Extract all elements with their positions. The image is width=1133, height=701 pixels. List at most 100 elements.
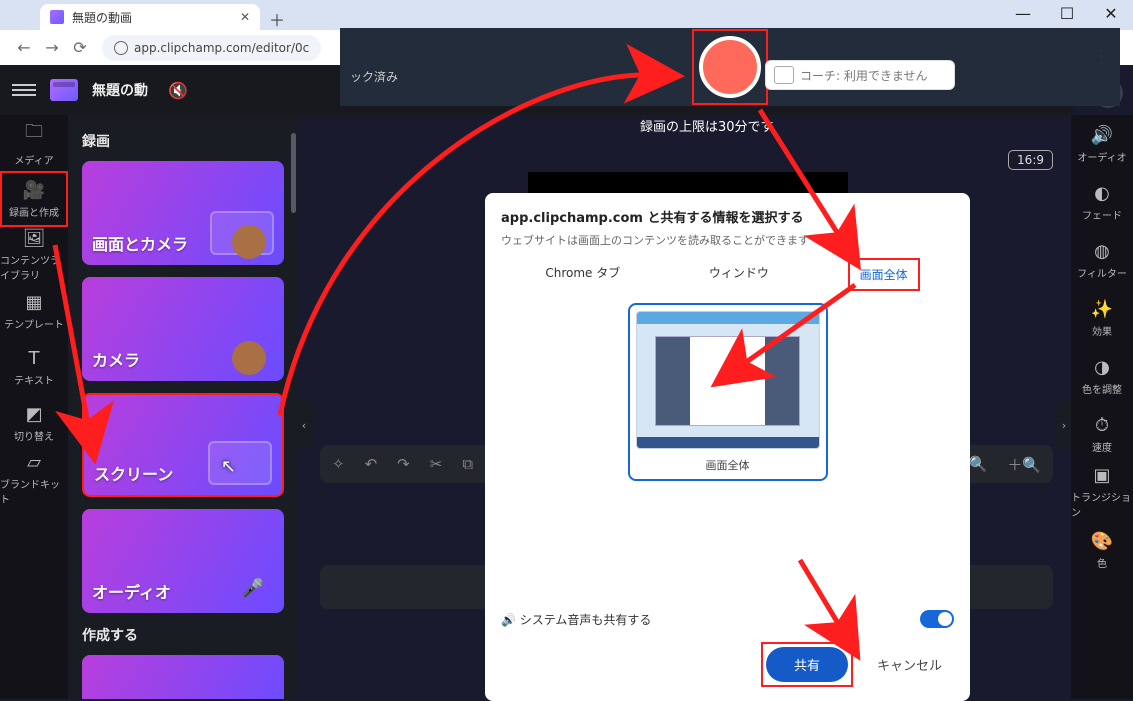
- dialog-buttons: 共有 キャンセル: [501, 642, 954, 687]
- maximize-button[interactable]: ☐: [1045, 0, 1089, 26]
- site-tune-icon: [114, 41, 128, 55]
- minimize-button[interactable]: —: [1001, 0, 1045, 26]
- section-create: 作成する: [82, 625, 284, 645]
- magic-icon[interactable]: ✧: [332, 455, 345, 473]
- forward-icon[interactable]: →: [38, 34, 66, 62]
- record-control-bar: ック済み ⋮: [340, 28, 1120, 106]
- gauge-icon: ⏱: [1095, 415, 1109, 436]
- section-record: 録画: [82, 131, 284, 151]
- rnav-color[interactable]: 🎨色: [1071, 521, 1133, 579]
- filter-icon: ◍: [1094, 241, 1110, 262]
- recordbar-menu-icon[interactable]: ⋮: [1092, 46, 1110, 67]
- rnav-audio[interactable]: 🔊オーディオ: [1071, 115, 1133, 173]
- transition-icon: ◩: [25, 404, 42, 425]
- left-nav: 🗀メディア 🎥録画と作成 🖼コンテンツライブラリ ▦テンプレート Tテキスト ◩…: [0, 115, 68, 699]
- dialog-subtitle: ウェブサイトは画面上のコンテンツを読み取ることができます: [501, 232, 954, 248]
- share-audio-toggle[interactable]: [920, 610, 954, 628]
- media-panel: 録画 画面とカメラ カメラ ↖ スクリーン 🎤 オーディオ 作成する: [68, 115, 298, 699]
- fade-icon: ◐: [1094, 183, 1110, 204]
- coach-pill: コーチ: 利用できません: [765, 60, 955, 90]
- template-icon: ▦: [25, 292, 42, 313]
- copy-icon[interactable]: ⧉: [462, 455, 473, 473]
- nav-brandkit[interactable]: ▱ブランドキット: [0, 451, 68, 507]
- person-avatar-illustration: [232, 341, 266, 375]
- project-title[interactable]: 無題の動: [92, 80, 148, 100]
- coach-text: コーチ: 利用できません: [800, 67, 928, 84]
- coach-icon: [774, 66, 794, 84]
- cut-icon[interactable]: ✂: [430, 455, 443, 473]
- folder-icon: 🗀: [25, 119, 43, 149]
- rnav-filter[interactable]: ◍フィルター: [1071, 231, 1133, 289]
- mute-icon[interactable]: 🔇: [168, 81, 188, 100]
- browser-tab[interactable]: 無題の動画 ✕: [40, 4, 260, 30]
- brandkit-icon: ▱: [27, 452, 41, 473]
- panel-collapse-button[interactable]: ‹: [295, 400, 313, 450]
- transition-icon: ▣: [1093, 465, 1110, 486]
- record-limit-text: 録画の上限は30分です: [640, 116, 774, 135]
- rnav-effects[interactable]: ✨効果: [1071, 289, 1133, 347]
- tab-strip: 無題の動画 ✕ ＋: [0, 0, 1133, 30]
- reload-icon[interactable]: ⟳: [66, 34, 94, 62]
- nav-text[interactable]: Tテキスト: [0, 339, 68, 395]
- sparkle-icon: ✨: [1091, 299, 1113, 320]
- back-icon[interactable]: ←: [10, 34, 38, 62]
- right-nav: 🔊オーディオ ◐フェード ◍フィルター ✨効果 ◑色を調整 ⏱速度 ▣トランジシ…: [1071, 115, 1133, 699]
- share-button-highlight: 共有: [761, 642, 853, 687]
- card-create-placeholder[interactable]: [82, 655, 284, 699]
- card-screen-and-camera[interactable]: 画面とカメラ: [82, 161, 284, 265]
- redo-icon[interactable]: ↷: [397, 455, 410, 473]
- tab-title: 無題の動画: [72, 9, 132, 26]
- rnav-fade[interactable]: ◐フェード: [1071, 173, 1133, 231]
- record-button[interactable]: [699, 36, 761, 98]
- cursor-icon: ↖: [221, 456, 236, 477]
- share-audio-row: 🔊 システム音声も共有する: [501, 604, 954, 634]
- nav-templates[interactable]: ▦テンプレート: [0, 283, 68, 339]
- dialog-title: app.clipchamp.com と共有する情報を選択する: [501, 207, 954, 226]
- screen-option-entire[interactable]: 画面全体: [628, 303, 828, 481]
- record-status-text: ック済み: [350, 68, 398, 85]
- close-window-button[interactable]: ✕: [1089, 0, 1133, 26]
- undo-icon[interactable]: ↶: [365, 455, 378, 473]
- card-audio[interactable]: 🎤 オーディオ: [82, 509, 284, 613]
- new-tab-button[interactable]: ＋: [266, 8, 288, 30]
- dialog-tabs: Chrome タブ ウィンドウ 画面全体: [501, 258, 954, 291]
- tab-window[interactable]: ウィンドウ: [699, 258, 779, 291]
- tab-close-icon[interactable]: ✕: [240, 10, 250, 24]
- cancel-button[interactable]: キャンセル: [865, 647, 954, 682]
- library-icon: 🖼: [23, 228, 46, 249]
- url-bar[interactable]: app.clipchamp.com/editor/0c: [102, 35, 321, 61]
- zoom-in-icon[interactable]: ＋🔍: [1007, 454, 1041, 475]
- share-button[interactable]: 共有: [766, 647, 848, 682]
- window-controls: — ☐ ✕: [1001, 0, 1133, 26]
- contrast-icon: ◑: [1094, 357, 1110, 378]
- nav-record-create[interactable]: 🎥録画と作成: [0, 171, 68, 227]
- rnav-transition[interactable]: ▣トランジション: [1071, 463, 1133, 521]
- url-text: app.clipchamp.com/editor/0c: [134, 41, 309, 55]
- nav-content-library[interactable]: 🖼コンテンツライブラリ: [0, 227, 68, 283]
- palette-icon: 🎨: [1091, 531, 1113, 552]
- nav-media[interactable]: 🗀メディア: [0, 115, 68, 171]
- panel-scrollbar[interactable]: [291, 133, 296, 213]
- nav-transitions[interactable]: ◩切り替え: [0, 395, 68, 451]
- share-dialog: app.clipchamp.com と共有する情報を選択する ウェブサイトは画面…: [485, 193, 970, 701]
- tab-chrome-tab[interactable]: Chrome タブ: [535, 258, 630, 291]
- tab-favicon: [50, 10, 64, 24]
- screen-thumbnail: [636, 311, 820, 449]
- aspect-ratio-button[interactable]: 16:9: [1008, 150, 1053, 170]
- text-icon: T: [29, 348, 40, 369]
- tab-entire-screen[interactable]: 画面全体: [848, 258, 920, 291]
- rnav-adjust[interactable]: ◑色を調整: [1071, 347, 1133, 405]
- person-avatar-illustration: [232, 225, 266, 259]
- share-audio-label: 🔊 システム音声も共有する: [501, 611, 651, 628]
- rnav-speed[interactable]: ⏱速度: [1071, 405, 1133, 463]
- screen-option-caption: 画面全体: [636, 457, 820, 473]
- screen-illustration: [208, 441, 272, 485]
- mic-icon: 🎤: [242, 578, 264, 599]
- speaker-icon: 🔊: [1091, 125, 1113, 146]
- video-icon: 🎥: [23, 180, 45, 201]
- card-screen[interactable]: ↖ スクリーン: [82, 393, 284, 497]
- record-button-highlight: [692, 29, 768, 105]
- card-camera[interactable]: カメラ: [82, 277, 284, 381]
- share-preview-area: 画面全体: [501, 301, 954, 604]
- hamburger-icon[interactable]: [12, 81, 36, 99]
